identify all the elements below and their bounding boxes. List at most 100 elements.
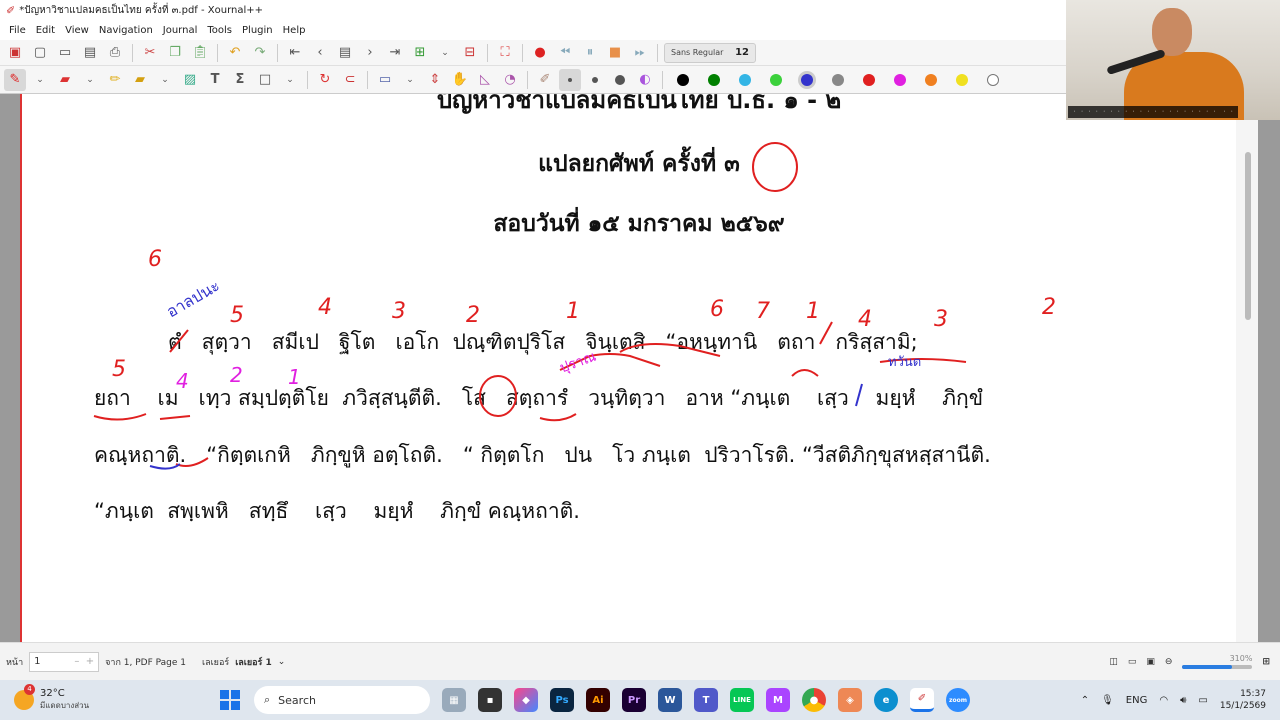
- color-blue-swatch[interactable]: [801, 73, 813, 86]
- insert-page-icon[interactable]: ⊞: [409, 42, 431, 64]
- font-selector[interactable]: Sans Regular 12: [664, 42, 756, 63]
- pause-icon[interactable]: ⏸︎: [579, 42, 601, 64]
- copilot-icon[interactable]: ◆: [514, 688, 538, 712]
- chevron-down-icon[interactable]: ⌄: [278, 657, 286, 667]
- setsquare-icon[interactable]: ◺: [474, 69, 496, 91]
- fast-forward-icon[interactable]: ⏩︎: [629, 42, 651, 64]
- select-rectangle-icon[interactable]: ▭: [374, 69, 396, 91]
- default-tool-icon[interactable]: ✐: [534, 69, 556, 91]
- chevron-up-icon[interactable]: ⌃: [1081, 695, 1089, 706]
- file-explorer-icon[interactable]: ▪: [478, 688, 502, 712]
- save-icon[interactable]: ▣: [4, 42, 26, 64]
- grid-snap-icon[interactable]: ⊂: [339, 69, 361, 91]
- dropdown-icon[interactable]: ⌄: [79, 69, 101, 91]
- select-region-icon[interactable]: ▰: [129, 69, 151, 91]
- menu-view[interactable]: View: [60, 25, 94, 36]
- zoom-icon[interactable]: zoom: [946, 688, 970, 712]
- menu-help[interactable]: Help: [278, 25, 311, 36]
- wifi-icon[interactable]: ◠: [1159, 695, 1168, 706]
- dropdown-icon[interactable]: ⌄: [154, 69, 176, 91]
- line-icon[interactable]: LINE: [730, 688, 754, 712]
- office-icon[interactable]: ◈: [838, 688, 862, 712]
- dropdown-icon[interactable]: ⌄: [399, 69, 421, 91]
- rotation-snap-icon[interactable]: ↻: [314, 69, 336, 91]
- redo-icon[interactable]: ↷: [249, 42, 271, 64]
- image-icon[interactable]: ▨: [179, 69, 201, 91]
- layer-selector[interactable]: เลเยอร์ 1: [235, 655, 272, 669]
- zoom-in-icon[interactable]: ⊞: [1262, 657, 1270, 667]
- color-lightgreen-swatch[interactable]: [770, 73, 782, 86]
- fill-icon[interactable]: ◐: [634, 69, 656, 91]
- pen-icon[interactable]: ✎: [4, 68, 26, 91]
- compass-icon[interactable]: ◔: [499, 69, 521, 91]
- teams-icon[interactable]: T: [694, 688, 718, 712]
- word-icon[interactable]: W: [658, 688, 682, 712]
- previous-page-icon[interactable]: ‹: [309, 42, 331, 64]
- next-page-icon[interactable]: ›: [359, 42, 381, 64]
- hand-icon[interactable]: ✋: [449, 69, 471, 91]
- document-viewport[interactable]: ปัญหาวิชาแปลมคธเป็นไทย ป.ธ. ๑ - ๒ แปลยกศ…: [0, 94, 1280, 642]
- two-page-view-icon[interactable]: ◫: [1109, 657, 1118, 667]
- windows-start-icon[interactable]: [220, 690, 240, 710]
- photoshop-icon[interactable]: Ps: [550, 688, 574, 712]
- print-icon[interactable]: ⎙: [104, 42, 126, 64]
- shape-icon[interactable]: □: [254, 69, 276, 91]
- latex-icon[interactable]: Σ: [229, 69, 251, 91]
- last-page-icon[interactable]: ⇥: [384, 42, 406, 64]
- menu-navigation[interactable]: Navigation: [94, 25, 158, 36]
- dropdown-icon[interactable]: ⌄: [279, 69, 301, 91]
- microphone-icon[interactable]: 🎙︎: [1101, 695, 1114, 706]
- eraser-icon[interactable]: ▰: [54, 69, 76, 91]
- scrollbar-thumb[interactable]: [1245, 152, 1251, 320]
- premiere-icon[interactable]: Pr: [622, 688, 646, 712]
- open-folder-icon[interactable]: ▭: [54, 42, 76, 64]
- weather-widget[interactable]: 4 32°C มีแดดบางส่วน: [0, 684, 210, 712]
- fullscreen-icon[interactable]: ⛶: [494, 42, 516, 64]
- color-yellow-swatch[interactable]: [956, 73, 968, 86]
- copy-icon[interactable]: ❐: [164, 42, 186, 64]
- color-green-swatch[interactable]: [708, 73, 720, 86]
- color-black-swatch[interactable]: [677, 73, 689, 86]
- color-magenta-swatch[interactable]: [894, 73, 906, 86]
- taskbar-search[interactable]: ⌕ Search: [254, 686, 430, 714]
- record-icon[interactable]: ●: [529, 42, 551, 64]
- vertical-space-icon[interactable]: ⇕: [424, 69, 446, 91]
- chrome-icon[interactable]: ●: [802, 688, 826, 712]
- pdf-page[interactable]: ปัญหาวิชาแปลมคธเป็นไทย ป.ธ. ๑ - ๒ แปลยกศ…: [20, 94, 1258, 642]
- pen-size-medium-icon[interactable]: [584, 69, 606, 91]
- battery-icon[interactable]: ▭: [1198, 695, 1207, 706]
- dropdown-icon[interactable]: ⌄: [29, 69, 51, 91]
- illustrator-icon[interactable]: Ai: [586, 688, 610, 712]
- menu-plugin[interactable]: Plugin: [237, 25, 278, 36]
- color-white-swatch[interactable]: [987, 73, 999, 86]
- first-page-icon[interactable]: ⇤: [284, 42, 306, 64]
- color-lightblue-swatch[interactable]: [739, 73, 751, 86]
- clock[interactable]: 15:37 15/1/2569: [1220, 688, 1266, 712]
- save-file-icon[interactable]: ▤: [79, 42, 101, 64]
- delete-page-icon[interactable]: ⊟: [459, 42, 481, 64]
- zoom-fit-icon[interactable]: ▣: [1146, 657, 1155, 667]
- page-number-input[interactable]: 1 – +: [29, 651, 100, 672]
- undo-icon[interactable]: ↶: [224, 42, 246, 64]
- edge-icon[interactable]: e: [874, 688, 898, 712]
- menu-file[interactable]: File: [4, 25, 31, 36]
- menu-journal[interactable]: Journal: [158, 25, 203, 36]
- zoom-out-icon[interactable]: ⊖: [1165, 657, 1173, 667]
- highlighter-icon[interactable]: ✏: [104, 69, 126, 91]
- xournal-taskbar-icon[interactable]: ✐: [910, 688, 934, 712]
- color-orange-swatch[interactable]: [925, 73, 937, 86]
- volume-icon[interactable]: 🔊︎: [1180, 695, 1186, 706]
- rewind-icon[interactable]: ⏪︎: [554, 42, 576, 64]
- color-gray-swatch[interactable]: [832, 73, 844, 86]
- text-tool-icon[interactable]: T: [204, 69, 226, 91]
- pen-size-thick-icon[interactable]: [609, 69, 631, 91]
- pen-size-fine-icon[interactable]: [559, 68, 581, 91]
- goto-page-icon[interactable]: ▤: [334, 42, 356, 64]
- page-stepper[interactable]: – +: [74, 656, 94, 667]
- dropdown-icon[interactable]: ⌄: [434, 42, 456, 64]
- color-red-swatch[interactable]: [863, 73, 875, 86]
- new-document-icon[interactable]: ▢: [29, 42, 51, 64]
- menu-edit[interactable]: Edit: [31, 25, 60, 36]
- cut-icon[interactable]: ✂: [139, 42, 161, 64]
- zoom-slider[interactable]: [1182, 665, 1253, 669]
